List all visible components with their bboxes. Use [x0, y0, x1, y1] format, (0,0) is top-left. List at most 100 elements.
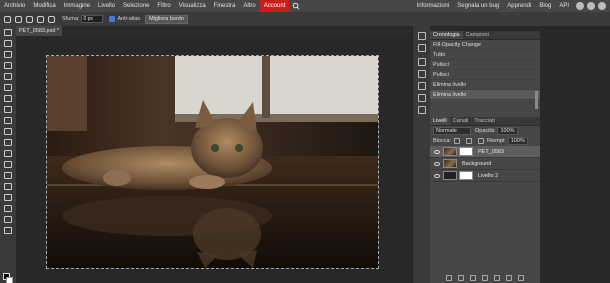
menu-api[interactable]: API: [555, 0, 573, 12]
intersect-selection-icon[interactable]: [48, 15, 55, 23]
new-selection-icon[interactable]: [15, 15, 22, 23]
mask-icon[interactable]: [482, 275, 488, 281]
refine-edge-button[interactable]: Migliora bordo: [145, 14, 188, 24]
history-item[interactable]: Tutto: [430, 50, 540, 60]
layer-row[interactable]: Livello 2: [430, 170, 540, 182]
options-bar: Sfuma: 0 px Anti-alias Migliora bordo: [0, 12, 610, 26]
layer-row[interactable]: PET_0583: [430, 146, 540, 158]
properties-panel-icon[interactable]: [418, 44, 426, 52]
effects-icon[interactable]: [458, 275, 464, 281]
zoom-tool-icon[interactable]: [4, 227, 12, 234]
move-tool-icon[interactable]: [4, 29, 12, 36]
brush-panel-icon[interactable]: [418, 58, 426, 66]
menu-blog[interactable]: Blog: [535, 0, 555, 12]
history-scrollbar[interactable]: [535, 91, 538, 109]
lock-pixels-icon[interactable]: [454, 138, 461, 144]
visibility-eye-icon[interactable]: [434, 161, 440, 166]
history-item[interactable]: Elimina livello: [430, 80, 540, 90]
magic-wand-tool-icon[interactable]: [4, 62, 12, 69]
layer-mask-thumbnail[interactable]: [459, 147, 473, 156]
reddit-icon[interactable]: [576, 2, 584, 10]
layers-panel: Livelli Canali Tracciati Normale Opacità…: [430, 117, 540, 283]
layer-name[interactable]: Livello 2: [478, 173, 498, 179]
dodge-tool-icon[interactable]: [4, 161, 12, 168]
layer-row[interactable]: Background: [430, 158, 540, 170]
paragraph-panel-icon[interactable]: [418, 82, 426, 90]
lasso-tool-icon[interactable]: [4, 15, 11, 23]
blur-tool-icon[interactable]: [4, 150, 12, 157]
lock-position-icon[interactable]: [466, 138, 473, 144]
history-item-current[interactable]: Elimina livello: [430, 90, 540, 100]
document-tab[interactable]: PET_0583.psd *: [16, 26, 62, 36]
tab-cronologia[interactable]: Cronologia: [430, 31, 463, 39]
tab-livelli[interactable]: Livelli: [430, 117, 450, 125]
css-panel-icon[interactable]: [418, 94, 426, 102]
background-color-swatch[interactable]: [6, 277, 13, 283]
menu-filtro[interactable]: Filtro: [153, 0, 174, 12]
hand-tool-icon[interactable]: [4, 216, 12, 223]
tab-campioni[interactable]: Campioni: [463, 31, 492, 39]
fill-input[interactable]: 100%: [507, 137, 528, 145]
subtract-selection-icon[interactable]: [37, 15, 44, 23]
menu-account[interactable]: Account: [259, 0, 290, 12]
layer-name[interactable]: PET_0583: [478, 149, 504, 155]
lock-all-icon[interactable]: [478, 138, 485, 144]
visibility-eye-icon[interactable]: [434, 173, 440, 178]
antialias-checkbox[interactable]: [109, 16, 116, 22]
eyedropper-tool-icon[interactable]: [4, 84, 12, 91]
menu-archivio[interactable]: Archivio: [0, 0, 29, 12]
image-panel-icon[interactable]: [418, 106, 426, 114]
lock-label: Blocca:: [433, 138, 452, 144]
trash-icon[interactable]: [518, 275, 524, 281]
twitter-icon[interactable]: [587, 2, 595, 10]
document-tab-bar: PET_0583.psd *: [16, 26, 412, 36]
menu-right: Informazioni Segnala un bug Apprendi Blo…: [413, 0, 606, 12]
lasso-tool-icon[interactable]: [4, 51, 12, 58]
shape-tool-icon[interactable]: [4, 205, 12, 212]
menu-livello[interactable]: Livello: [94, 0, 119, 12]
pen-tool-icon[interactable]: [4, 172, 12, 179]
tab-tracciati[interactable]: Tracciati: [471, 117, 498, 125]
menu-apprendi[interactable]: Apprendi: [503, 0, 535, 12]
right-empty-area: [540, 26, 610, 283]
menu-immagine[interactable]: Immagine: [60, 0, 94, 12]
menu-finestra[interactable]: Finestra: [210, 0, 240, 12]
feather-input[interactable]: 0 px: [81, 15, 104, 23]
history-item[interactable]: Pulisci: [430, 70, 540, 80]
history-item[interactable]: Pulisci: [430, 60, 540, 70]
fill-tool-icon[interactable]: [4, 139, 12, 146]
opacity-input[interactable]: 100%: [497, 127, 518, 135]
history-item[interactable]: Fill Opacity Change: [430, 40, 540, 50]
tab-canali[interactable]: Canali: [450, 117, 472, 125]
clone-tool-icon[interactable]: [4, 117, 12, 124]
marquee-tool-icon[interactable]: [4, 40, 12, 47]
crop-tool-icon[interactable]: [4, 73, 12, 80]
menu-segnala-bug[interactable]: Segnala un bug: [453, 0, 503, 12]
path-select-tool-icon[interactable]: [4, 194, 12, 201]
layer-name[interactable]: Background: [462, 161, 491, 167]
healing-tool-icon[interactable]: [4, 95, 12, 102]
search-icon[interactable]: [291, 0, 301, 12]
text-tool-icon[interactable]: [4, 183, 12, 190]
facebook-icon[interactable]: [598, 2, 606, 10]
menu-selezione[interactable]: Selezione: [119, 0, 153, 12]
folder-icon[interactable]: [494, 275, 500, 281]
kitten-photo[interactable]: [46, 55, 379, 269]
adjustment-icon[interactable]: [470, 275, 476, 281]
visibility-eye-icon[interactable]: [434, 149, 440, 154]
blend-mode-select[interactable]: Normale: [433, 127, 471, 135]
info-panel-icon[interactable]: [418, 32, 426, 40]
menu-modifica[interactable]: Modifica: [29, 0, 59, 12]
layer-mask-thumbnail[interactable]: [459, 171, 473, 180]
add-selection-icon[interactable]: [26, 15, 33, 23]
character-panel-icon[interactable]: [418, 70, 426, 78]
tools-panel: [0, 26, 16, 283]
brush-tool-icon[interactable]: [4, 106, 12, 113]
menu-visualizza[interactable]: Visualizza: [175, 0, 210, 12]
menu-informazioni[interactable]: Informazioni: [413, 0, 454, 12]
menu-altro[interactable]: Altro: [239, 0, 259, 12]
canvas-area[interactable]: [16, 36, 412, 283]
new-layer-icon[interactable]: [506, 275, 512, 281]
link-icon[interactable]: [446, 275, 452, 281]
eraser-tool-icon[interactable]: [4, 128, 12, 135]
